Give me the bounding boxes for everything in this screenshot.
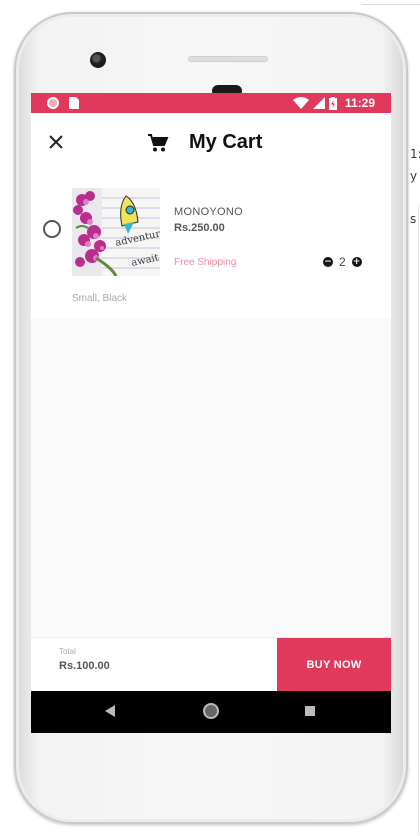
home-circle-icon[interactable]: [203, 703, 219, 719]
background-divider: [418, 205, 419, 835]
navigation-bar: [31, 691, 391, 733]
buy-now-button[interactable]: BUY NOW: [277, 638, 391, 692]
quantity-value: 2: [339, 255, 346, 269]
total-value: Rs.100.00: [59, 660, 110, 672]
background-topbar: [362, 0, 420, 5]
background-text-2: y: [410, 169, 418, 183]
recents-square-icon[interactable]: [305, 706, 315, 716]
shipping-label: Free Shipping: [174, 257, 237, 268]
plus-circle-icon[interactable]: +: [351, 257, 362, 267]
minus-circle-icon[interactable]: −: [323, 257, 333, 267]
sd-card-icon: [69, 97, 79, 109]
close-button[interactable]: [45, 131, 67, 153]
app-bar: My Cart: [31, 113, 391, 173]
product-variant: Small, Black: [72, 293, 128, 304]
product-name[interactable]: MONOYONO: [174, 206, 243, 218]
product-photo: adventure await: [72, 188, 160, 276]
app-screen: 11:29 My Cart adventure await MONOYONO R…: [31, 93, 391, 733]
battery-icon: [329, 96, 337, 110]
checkout-footer: Total Rs.100.00 BUY NOW: [31, 637, 391, 692]
status-bar: 11:29: [31, 93, 391, 113]
product-image[interactable]: adventure await: [72, 188, 160, 276]
background-text-1: 1:: [410, 147, 420, 161]
notification-dot-icon: [47, 97, 59, 109]
select-item-radio[interactable]: [43, 220, 61, 238]
close-icon: [49, 135, 63, 149]
shopping-cart-icon: [148, 134, 169, 152]
page-title: My Cart: [189, 131, 263, 153]
back-triangle-icon[interactable]: [105, 705, 115, 717]
background-text-3: s: [410, 212, 417, 226]
cart-item: adventure await MONOYONO Rs.250.00 Free …: [31, 173, 391, 318]
product-price: Rs.250.00: [174, 222, 225, 234]
total-label: Total: [59, 647, 76, 656]
signal-icon: [313, 97, 325, 109]
front-camera: [90, 52, 106, 68]
wifi-icon: [293, 97, 309, 109]
status-icons: [293, 96, 337, 110]
speaker-grille: [188, 56, 268, 62]
status-time: 11:29: [345, 96, 376, 110]
quantity-stepper: − 2 +: [323, 254, 362, 270]
